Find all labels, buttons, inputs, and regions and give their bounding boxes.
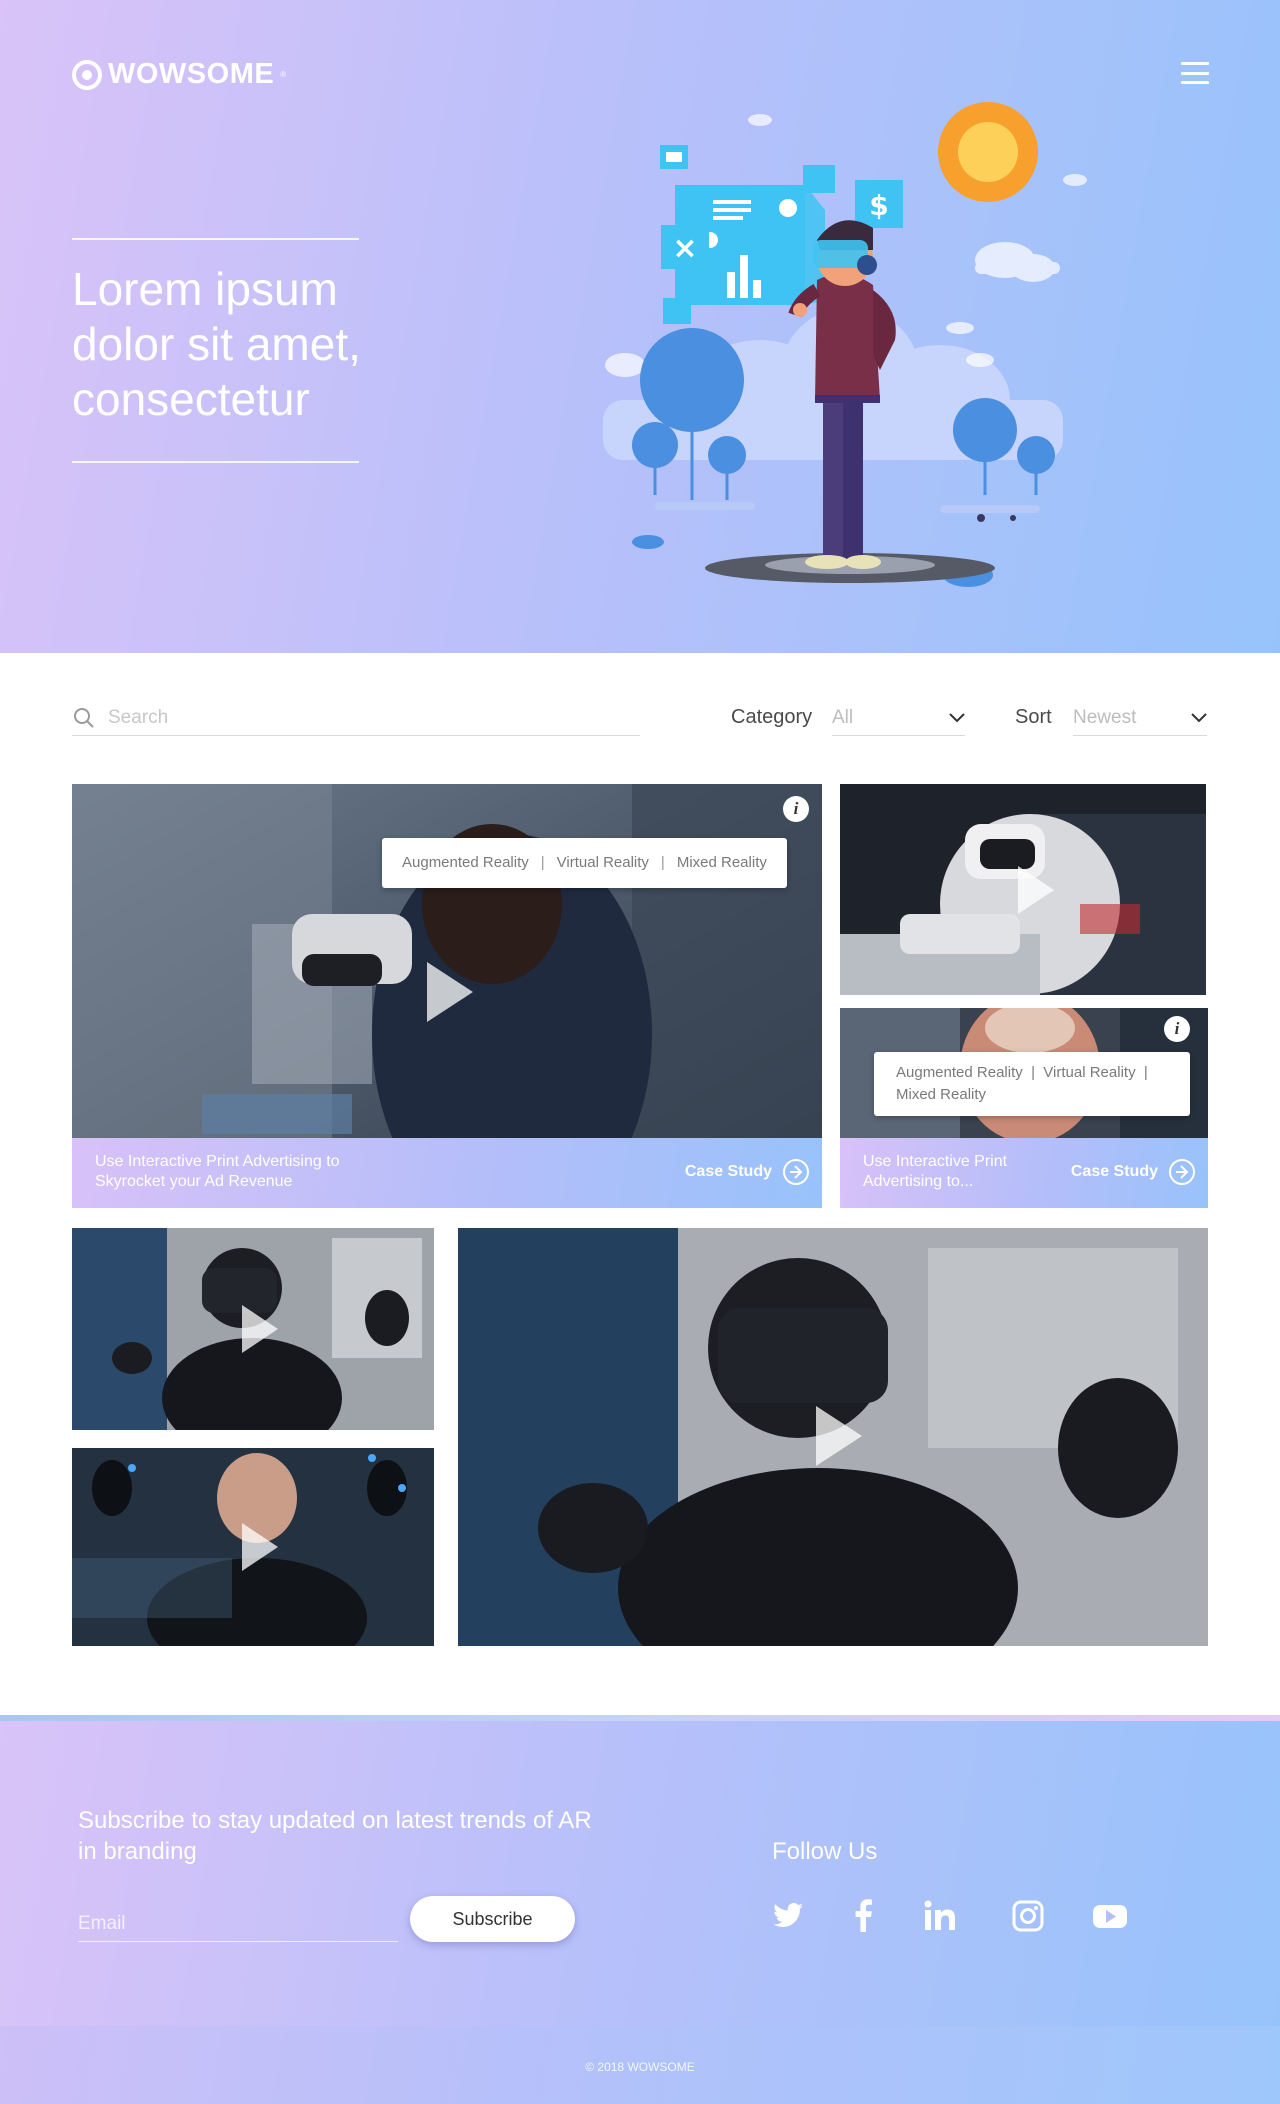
brand-trademark: ® <box>280 70 287 79</box>
search-input[interactable] <box>108 706 608 729</box>
tag-mixed-reality[interactable]: Mixed Reality <box>677 854 767 871</box>
case-study-link[interactable]: Case Study <box>685 1158 810 1186</box>
play-icon[interactable] <box>242 1523 278 1571</box>
category-select[interactable]: All <box>832 700 965 736</box>
card-caption: Use Interactive Print Advertising to... <box>863 1153 1008 1190</box>
footer <box>0 1715 1280 2026</box>
twitter-icon[interactable] <box>770 1898 806 1934</box>
chevron-down-icon <box>1191 712 1207 722</box>
hamburger-menu-icon[interactable] <box>1181 62 1209 84</box>
vr-person-illustration: × $ <box>603 102 1087 587</box>
arrow-right-circle-icon <box>783 1159 809 1185</box>
facebook-icon[interactable] <box>846 1898 882 1934</box>
hero-title: Lorem ipsum dolor sit amet, consectetur <box>72 263 361 425</box>
svg-text:×: × <box>672 231 697 266</box>
brand-logo[interactable]: WOWSOME ® <box>72 58 286 91</box>
logo-eye-icon <box>72 59 102 90</box>
category-label: Category <box>731 706 813 728</box>
video-card[interactable] <box>458 1228 1208 1646</box>
tags-popover: Augmented Reality | Virtual Reality | Mi… <box>874 1052 1190 1116</box>
case-study-card[interactable]: i Augmented Reality | Virtual Reality | … <box>840 1008 1208 1208</box>
play-icon[interactable] <box>427 962 473 1022</box>
follow-us-heading: Follow Us <box>772 1838 878 1865</box>
brand-name: WOWSOME <box>108 58 275 90</box>
copyright-text: © 2018 WOWSOME <box>585 2060 695 2074</box>
card-caption: Use Interactive Print Advertising to Sky… <box>95 1153 340 1190</box>
email-field[interactable] <box>78 1906 398 1942</box>
tag-virtual-reality[interactable]: Virtual Reality <box>557 854 649 871</box>
hero-divider-top <box>72 238 359 240</box>
play-icon[interactable] <box>242 1305 278 1353</box>
card-caption-bar: Use Interactive Print Advertising to Sky… <box>72 1138 822 1208</box>
search-field[interactable] <box>72 700 640 736</box>
tags-popover: Augmented Reality | Virtual Reality | Mixed … <box>382 838 787 888</box>
email-input[interactable] <box>78 1906 398 1941</box>
youtube-icon[interactable] <box>1092 1898 1128 1934</box>
sort-value: Newest <box>1073 706 1137 728</box>
hero-section: WOWSOME ® Lorem ipsum dolor sit amet, co… <box>0 0 1280 653</box>
svg-text:$: $ <box>869 189 888 222</box>
video-card[interactable] <box>72 1448 434 1646</box>
video-card[interactable] <box>840 784 1206 995</box>
subscribe-title: Subscribe to stay updated on latest tren… <box>78 1807 592 1865</box>
arrow-right-circle-icon <box>1169 1159 1195 1185</box>
tags-line[interactable]: Mixed Reality <box>896 1084 1168 1106</box>
case-study-label: Case Study <box>1070 1163 1158 1180</box>
linkedin-icon[interactable] <box>922 1898 958 1934</box>
card-caption-bar: Use Interactive Print Advertising to... … <box>840 1138 1208 1208</box>
sort-label: Sort <box>1015 706 1052 728</box>
tags-line[interactable]: Augmented Reality | Virtual Reality | <box>896 1062 1168 1084</box>
category-value: All <box>832 706 854 728</box>
info-icon[interactable]: i <box>1164 1016 1190 1042</box>
sort-select[interactable]: Newest <box>1073 700 1207 736</box>
case-study-label: Case Study <box>684 1163 772 1180</box>
tag-augmented-reality[interactable]: Augmented Reality <box>402 854 529 871</box>
info-icon[interactable]: i <box>783 796 809 822</box>
instagram-icon[interactable] <box>1010 1898 1046 1934</box>
case-study-link[interactable]: Case Study <box>1071 1158 1196 1186</box>
hero-divider-bottom <box>72 461 359 463</box>
chevron-down-icon <box>949 712 965 722</box>
footer-accent-line <box>0 1715 1280 1721</box>
search-icon <box>74 707 94 728</box>
play-icon[interactable] <box>1018 866 1054 914</box>
case-study-card[interactable]: i Augmented Reality | Virtual Reality | Mixe… <box>72 784 822 1208</box>
play-icon[interactable] <box>816 1406 862 1466</box>
subscribe-button[interactable]: Subscribe <box>410 1896 575 1942</box>
video-card[interactable] <box>72 1228 434 1430</box>
